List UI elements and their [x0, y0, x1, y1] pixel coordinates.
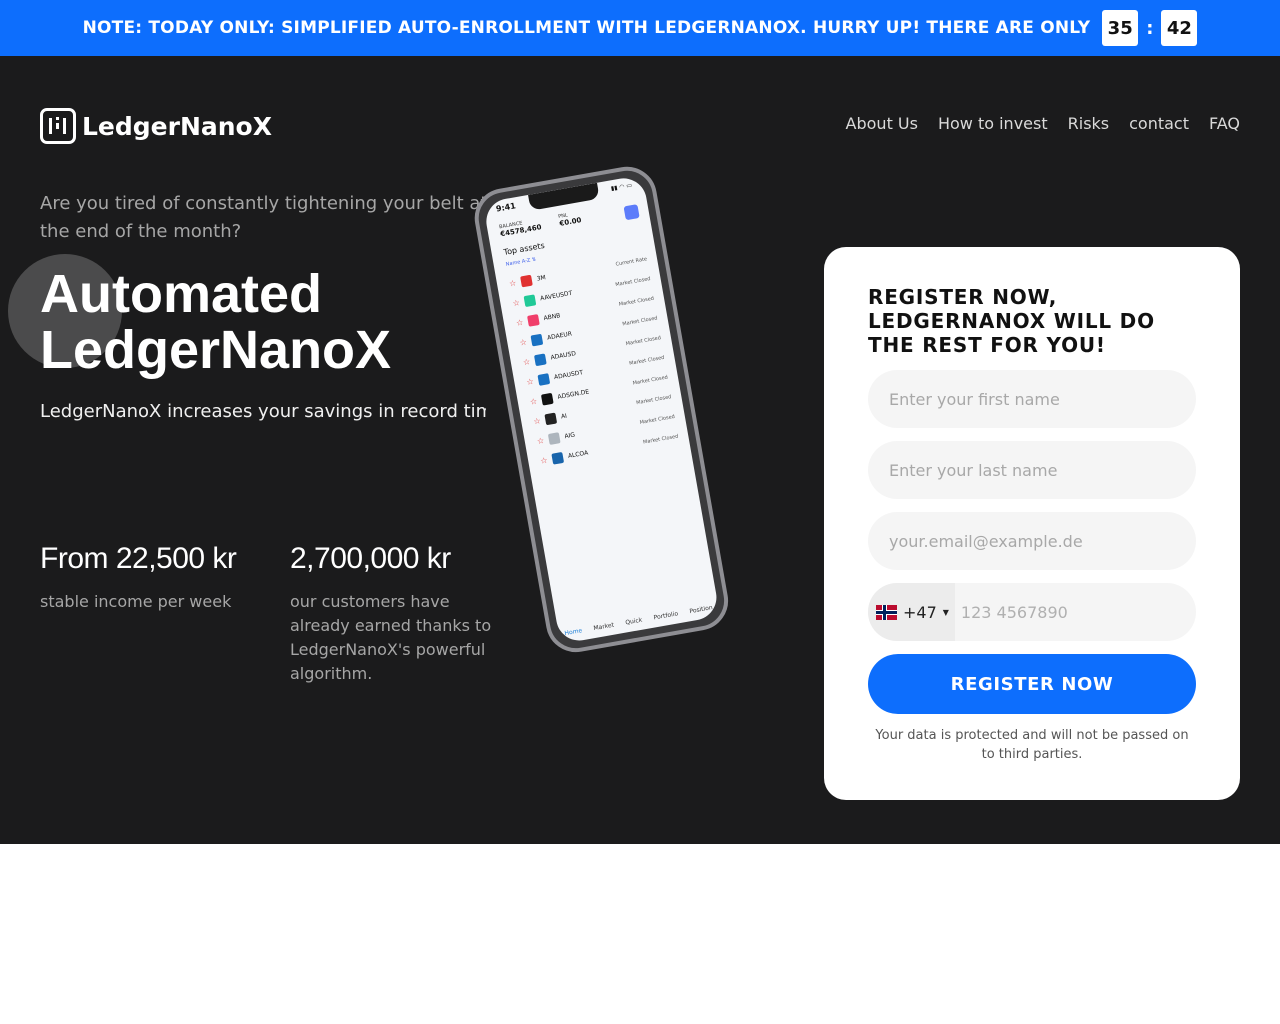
asset-status: Market Closed — [625, 335, 662, 348]
logo[interactable]: LedgerNanoX — [40, 108, 272, 144]
asset-list: ☆ 3M Current Rate ☆ AAVEUSDT Market Closed ☆ AB… — [507, 249, 680, 470]
asset-status: Market Closed — [639, 413, 676, 426]
norway-flag-icon — [876, 604, 897, 620]
stat-description: our customers have already earned thanks… — [290, 592, 492, 683]
countdown-seconds: 42 — [1161, 10, 1198, 46]
app-tab-home: Home — [564, 627, 583, 638]
balance-block: BALANCE €4578,460 — [499, 217, 543, 239]
privacy-note: Your data is protected and will not be p… — [875, 728, 1189, 762]
asset-status: Market Closed — [614, 275, 652, 289]
asset-logo-icon — [520, 274, 533, 287]
pnl-block: PNL €0.00 — [558, 210, 582, 229]
stat-description: stable income per week — [40, 592, 232, 611]
logo-icon — [40, 108, 76, 144]
stat-value: 2,700,000 kr — [290, 542, 451, 575]
phone-clock: 9:41 — [495, 201, 517, 214]
asset-status: Market Closed — [635, 394, 672, 407]
form-title: REGISTER NOW, LEDGERNANOX WILL DO THE RE… — [868, 285, 1155, 357]
sort-label: Name A-Z ⇅ — [505, 256, 537, 268]
phone-field: +47 ▼ — [868, 583, 1196, 641]
email-input[interactable] — [868, 512, 1196, 570]
app-tab-market: Market — [593, 621, 615, 633]
last-name-input[interactable] — [868, 441, 1196, 499]
asset-logo-icon — [533, 352, 547, 366]
phone-frame: 9:41 ▮▮ ◠ ▭ BALANCE €4578,460 PNL €0.00 … — [470, 162, 733, 657]
asset-logo-icon — [530, 333, 544, 346]
caret-down-icon: ▼ — [942, 607, 949, 617]
hero-section: LedgerNanoX About Us How to invest Risks… — [0, 56, 1280, 844]
asset-logo-icon — [523, 293, 537, 307]
register-button[interactable]: REGISTER NOW — [868, 654, 1196, 714]
asset-logo-icon — [547, 431, 561, 445]
countdown-minutes: 35 — [1102, 10, 1139, 46]
stat-total-earned: 2,700,000 kr our customers have already … — [290, 542, 500, 686]
logo-text: LedgerNanoX — [82, 111, 273, 141]
asset-logo-icon — [551, 451, 565, 465]
hero-tagline: Are you tired of constantly tightening y… — [40, 193, 488, 242]
app-tab-position: Position — [688, 604, 714, 616]
registration-card: REGISTER NOW, LEDGERNANOX WILL DO THE RE… — [824, 247, 1240, 800]
phone-screen: 9:41 ▮▮ ◠ ▭ BALANCE €4578,460 PNL €0.00 … — [482, 174, 721, 645]
headline-line-2: LedgerNanoX — [40, 320, 392, 380]
hero-subtitle: LedgerNanoX increases your savings in re… — [40, 401, 486, 422]
announcement-banner: NOTE: TODAY ONLY: SIMPLIFIED AUTO-ENROLL… — [0, 0, 1280, 56]
asset-logo-icon — [540, 392, 554, 406]
headline-line-1: Automated — [40, 264, 322, 324]
app-tab-portfolio: Portfolio — [653, 610, 679, 622]
nav-risks[interactable]: Risks — [1068, 114, 1110, 133]
nav-faq[interactable]: FAQ — [1209, 114, 1240, 133]
asset-status: Current Rate — [615, 256, 648, 268]
country-code: +47 — [903, 602, 937, 622]
nav-contact[interactable]: contact — [1129, 114, 1189, 133]
first-name-input[interactable] — [868, 370, 1196, 428]
banner-note: NOTE: TODAY ONLY: SIMPLIFIED AUTO-ENROLL… — [82, 18, 1091, 38]
stat-weekly-income: From 22,500 kr stable income per week — [40, 542, 260, 614]
asset-status: Market Closed — [628, 354, 665, 367]
phone-mockup: 9:41 ▮▮ ◠ ▭ BALANCE €4578,460 PNL €0.00 … — [470, 149, 813, 687]
asset-status: Market Closed — [618, 295, 655, 308]
main-nav: About Us How to invest Risks contact FAQ — [846, 114, 1240, 133]
asset-status: Market Closed — [632, 374, 669, 387]
app-tab-bar: Home Market Quick Portfolio Position — [558, 603, 719, 638]
asset-logo-icon — [544, 412, 558, 425]
asset-logo-icon — [526, 313, 540, 327]
asset-status: Market Closed — [642, 433, 679, 446]
top-assets-title: Top assets — [502, 240, 546, 257]
hero-headline: Automated LedgerNanoX — [40, 266, 391, 378]
phone-input[interactable] — [954, 583, 1196, 641]
asset-logo-icon — [537, 372, 551, 386]
app-tab-quick: Quick — [624, 616, 643, 627]
stat-value: From 22,500 kr — [40, 542, 237, 575]
wallet-icon — [623, 204, 640, 221]
signal-icon: ▮▮ ◠ ▭ — [610, 181, 633, 193]
nav-how-to-invest[interactable]: How to invest — [938, 114, 1048, 133]
nav-about-us[interactable]: About Us — [846, 114, 918, 133]
phone-notch — [528, 182, 600, 211]
country-code-select[interactable]: +47 ▼ — [868, 583, 955, 641]
asset-status: Market Closed — [621, 315, 658, 328]
countdown-separator: : — [1146, 17, 1154, 39]
